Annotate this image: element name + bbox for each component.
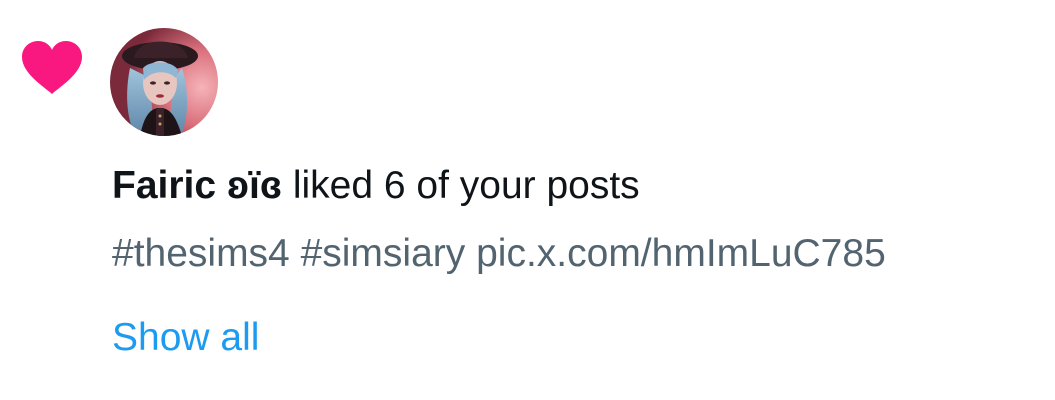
user-name[interactable]: Fairic ʚïɞ bbox=[112, 164, 282, 207]
like-notification[interactable]: Fairic ʚïɞ liked 6 of your posts #thesim… bbox=[0, 0, 1055, 400]
notification-headline: Fairic ʚïɞ liked 6 of your posts bbox=[112, 162, 640, 210]
action-text: liked 6 of your posts bbox=[281, 164, 640, 207]
show-all-link[interactable]: Show all bbox=[112, 314, 259, 362]
post-preview-text: #thesims4 #simsiary pic.x.com/hmImLuC785 bbox=[112, 232, 886, 275]
avatar[interactable] bbox=[110, 28, 218, 136]
heart-icon bbox=[20, 40, 84, 96]
